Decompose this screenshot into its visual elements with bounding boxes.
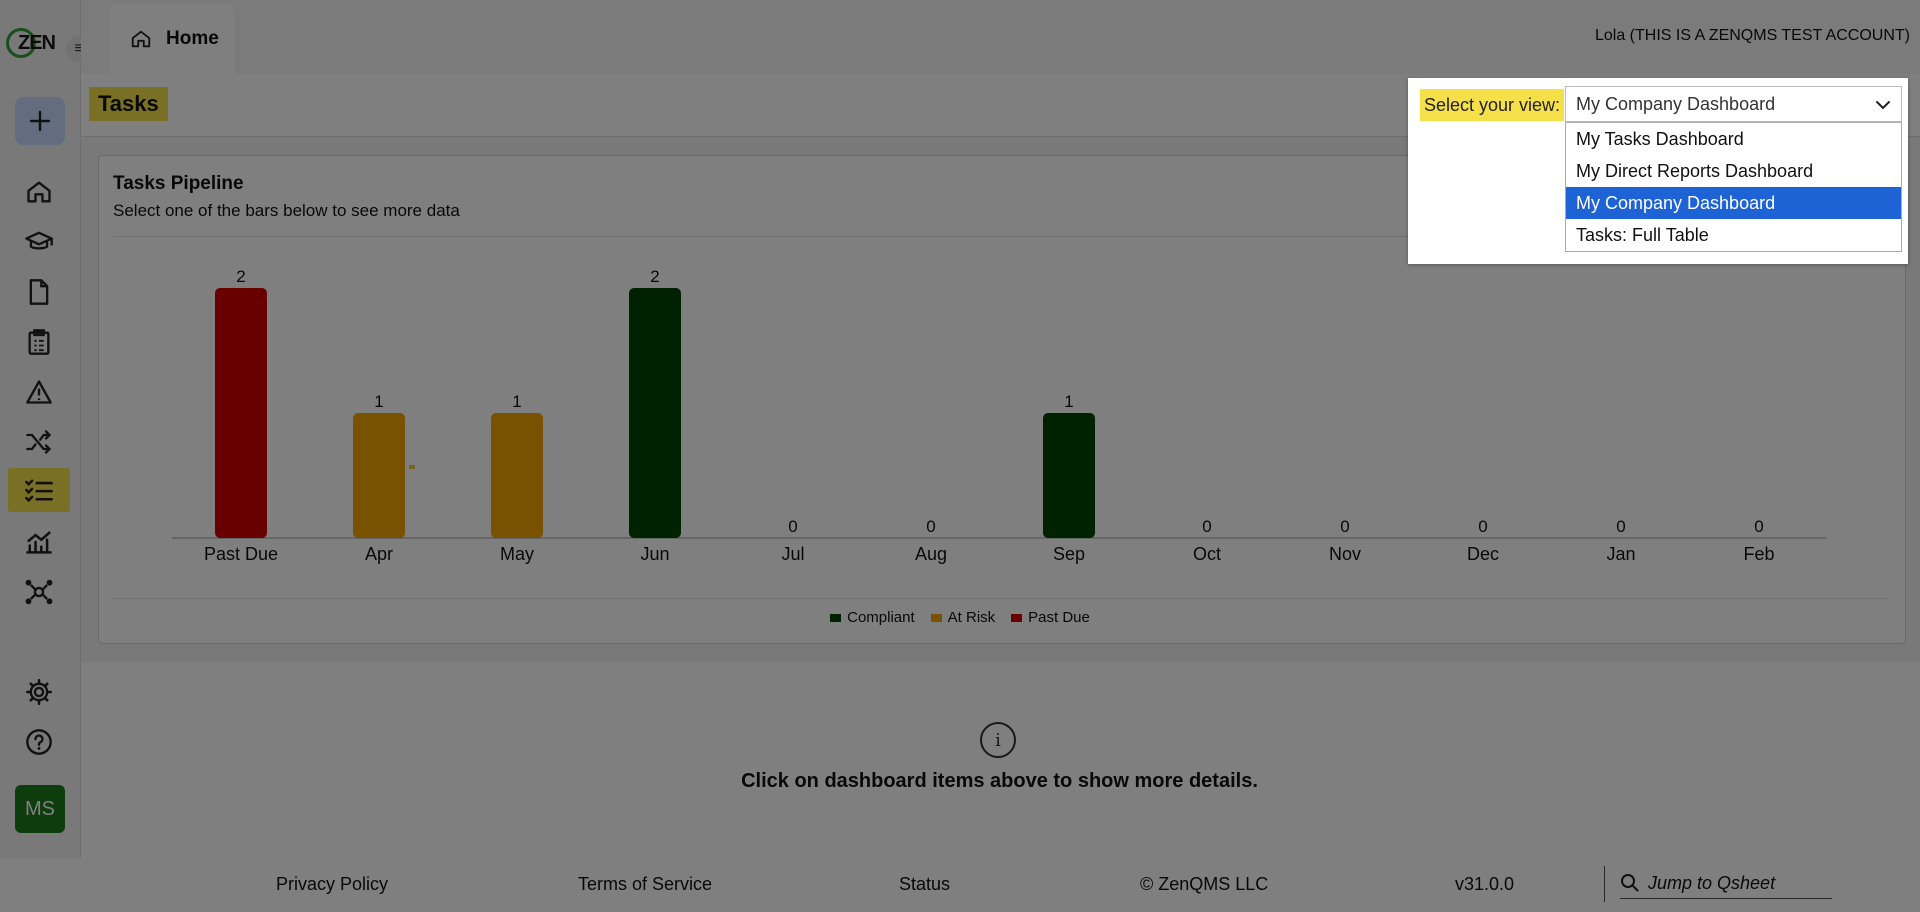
view-option-direct-reports[interactable]: My Direct Reports Dashboard	[1566, 155, 1901, 187]
select-view-label: Select your view:	[1420, 89, 1565, 121]
view-select-value: My Company Dashboard	[1576, 93, 1776, 114]
view-option-company[interactable]: My Company Dashboard	[1566, 187, 1901, 219]
view-option-my-tasks[interactable]: My Tasks Dashboard	[1566, 123, 1901, 155]
view-select[interactable]: My Company Dashboard	[1565, 86, 1902, 122]
view-option-full-table[interactable]: Tasks: Full Table	[1566, 219, 1901, 251]
view-options-list: My Tasks Dashboard My Direct Reports Das…	[1565, 122, 1902, 252]
chevron-down-icon	[1876, 101, 1890, 110]
